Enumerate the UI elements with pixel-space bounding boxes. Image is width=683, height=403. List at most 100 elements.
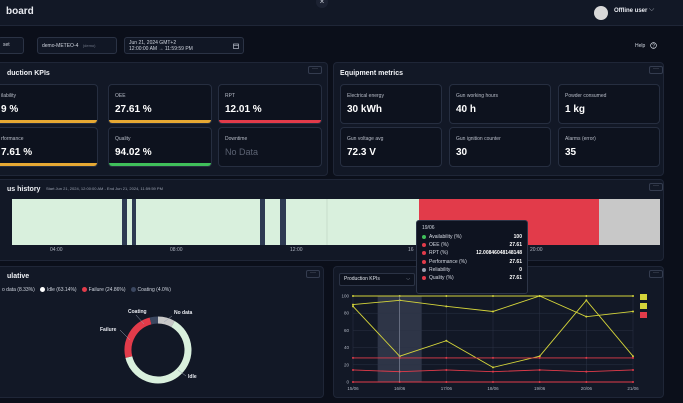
series-legend-swatch: [640, 294, 647, 300]
data-point: [585, 295, 588, 297]
close-icon[interactable]: ×: [316, 0, 328, 8]
kpi-label: RPT: [225, 93, 235, 99]
metric-card[interactable]: Alarms (error) 35: [558, 127, 660, 167]
kpi-card[interactable]: Quality 94.02 %: [108, 127, 212, 167]
series-dot-icon: [422, 267, 426, 272]
page-title: board: [6, 6, 34, 17]
kpi-card[interactable]: Downtime No Data: [218, 127, 322, 167]
tooltip-row: RPT (%) 12.00846048148148: [422, 249, 522, 257]
kpi-value: 12.01 %: [225, 104, 262, 115]
timeline-segment: [122, 199, 127, 245]
y-tick-label: 60: [344, 328, 350, 333]
metric-value: 30: [456, 147, 468, 158]
status-history-title: us history: [7, 186, 41, 193]
chevron-down-icon[interactable]: ⌵: [649, 6, 654, 14]
kpi-card[interactable]: OEE 27.61 %: [108, 84, 212, 124]
data-point: [632, 310, 634, 313]
tooltip-series-name: Reliability: [429, 266, 451, 273]
timeline-segment: [260, 199, 265, 245]
x-tick-label: 19/06: [534, 386, 546, 391]
kpi-value: 7.61 %: [1, 147, 33, 158]
cumulative-title: ulative: [7, 273, 30, 280]
cumulative-donut-chart[interactable]: Coating No data Failure Idle: [100, 300, 210, 390]
data-point: [352, 381, 354, 383]
more-options-icon[interactable]: ···: [649, 270, 663, 278]
more-options-icon[interactable]: ···: [308, 66, 322, 74]
status-history-range: Start Jun 21, 2024, 12:00:00 AM - End Ju…: [46, 186, 163, 191]
chart-tooltip: 19/06 Availability (%) 100 OEE (%) 27.61 RPT…: [416, 220, 528, 294]
legend-item[interactable]: Idle (63.14%): [39, 287, 77, 293]
date-range-picker[interactable]: Jun 21, 2024 GMT+2 12:00:00 AM → 11:59:5…: [124, 37, 244, 54]
more-options-icon[interactable]: ···: [649, 66, 663, 74]
metric-card[interactable]: Gun voltage avg 72.3 V: [340, 127, 442, 167]
legend-item[interactable]: Failure (24.86%): [81, 287, 126, 293]
series-dot-icon: [422, 276, 426, 281]
kpi-card[interactable]: ilability 9 %: [0, 84, 98, 124]
more-options-icon[interactable]: ···: [306, 270, 320, 278]
site-select[interactable]: demo-METEO-4 (demo): [37, 37, 117, 54]
data-point: [585, 315, 588, 318]
tooltip-row: OEE (%) 27.61: [422, 241, 522, 249]
x-tick-label: 20/06: [581, 386, 593, 391]
reset-button[interactable]: set: [0, 37, 24, 54]
cumulative-legend: o data (8.33%) Idle (63.14%) Failure (24.8…: [2, 287, 171, 293]
donut-label: Coating: [128, 309, 147, 315]
data-point: [585, 299, 588, 302]
kpi-line-chart[interactable]: 0 20 40 60 80 100 15/06 16/06 17/06 18/06 19/06 20/…: [333, 288, 664, 396]
user-name[interactable]: Offline user: [614, 8, 647, 14]
timeline-segment: [599, 199, 660, 245]
y-tick-label: 80: [344, 311, 350, 316]
data-point: [445, 356, 448, 359]
production-kpis-title: duction KPIs: [7, 70, 50, 77]
data-point: [538, 356, 541, 359]
kpi-value: 94.02 %: [115, 147, 152, 158]
tooltip-series-name: RPT (%): [429, 250, 449, 257]
kpi-card[interactable]: RPT 12.01 %: [218, 84, 322, 124]
metric-card[interactable]: Electrical energy 30 kWh: [340, 84, 442, 124]
kpi-progress-bar: [0, 163, 97, 166]
data-point: [632, 381, 634, 383]
help-link[interactable]: Help ?: [635, 42, 657, 49]
kpi-card[interactable]: rformance 7.61 %: [0, 127, 98, 167]
legend-item[interactable]: Coating (4.0%): [130, 287, 171, 293]
timeline-tick-label: 12:00: [290, 247, 303, 253]
timeline-tick-label: 08:00: [170, 247, 183, 253]
series-dot-icon: [422, 259, 426, 264]
tooltip-series-value: 27.61: [509, 258, 522, 265]
donut-label: No data: [174, 310, 193, 316]
tooltip-series-value: 100: [513, 234, 522, 241]
y-tick-label: 40: [344, 345, 350, 350]
data-point: [632, 295, 634, 297]
kpi-label: OEE: [115, 93, 126, 99]
tooltip-row: Performance (%) 27.61: [422, 258, 522, 266]
tooltip-series-name: OEE (%): [429, 242, 449, 249]
kpi-progress-bar: [109, 120, 211, 123]
avatar[interactable]: [594, 6, 608, 20]
metric-card[interactable]: Gun ignition counter 30: [449, 127, 551, 167]
data-point: [445, 381, 448, 383]
tooltip-date: 19/06: [422, 225, 435, 231]
chevron-down-icon: ⌵: [406, 276, 410, 282]
tooltip-series-name: Quality (%): [429, 275, 454, 282]
metric-card[interactable]: Gun working hours 40 h: [449, 84, 551, 124]
metric-label: Powder consumed: [565, 93, 607, 99]
data-point: [492, 356, 494, 359]
donut-label: Failure: [100, 327, 117, 333]
help-icon: ?: [649, 42, 657, 49]
kpi-series-select[interactable]: Production KPIs ⌵: [339, 273, 415, 286]
x-tick-label: 15/06: [347, 386, 359, 391]
kpi-progress-bar: [219, 120, 321, 123]
status-timeline[interactable]: [12, 199, 660, 245]
legend-item[interactable]: o data (8.33%): [2, 287, 35, 293]
kpi-progress-bar: [109, 163, 211, 166]
calendar-icon[interactable]: [233, 43, 239, 49]
donut-label: Idle: [188, 374, 197, 380]
metric-card[interactable]: Powder consumed 1 kg: [558, 84, 660, 124]
data-point: [632, 368, 634, 371]
more-options-icon[interactable]: ···: [649, 183, 663, 191]
series-dot-icon: [422, 243, 426, 248]
data-point: [585, 370, 588, 373]
series-legend-swatch: [640, 312, 647, 318]
data-point: [445, 305, 448, 308]
metric-value: 35: [565, 147, 577, 158]
